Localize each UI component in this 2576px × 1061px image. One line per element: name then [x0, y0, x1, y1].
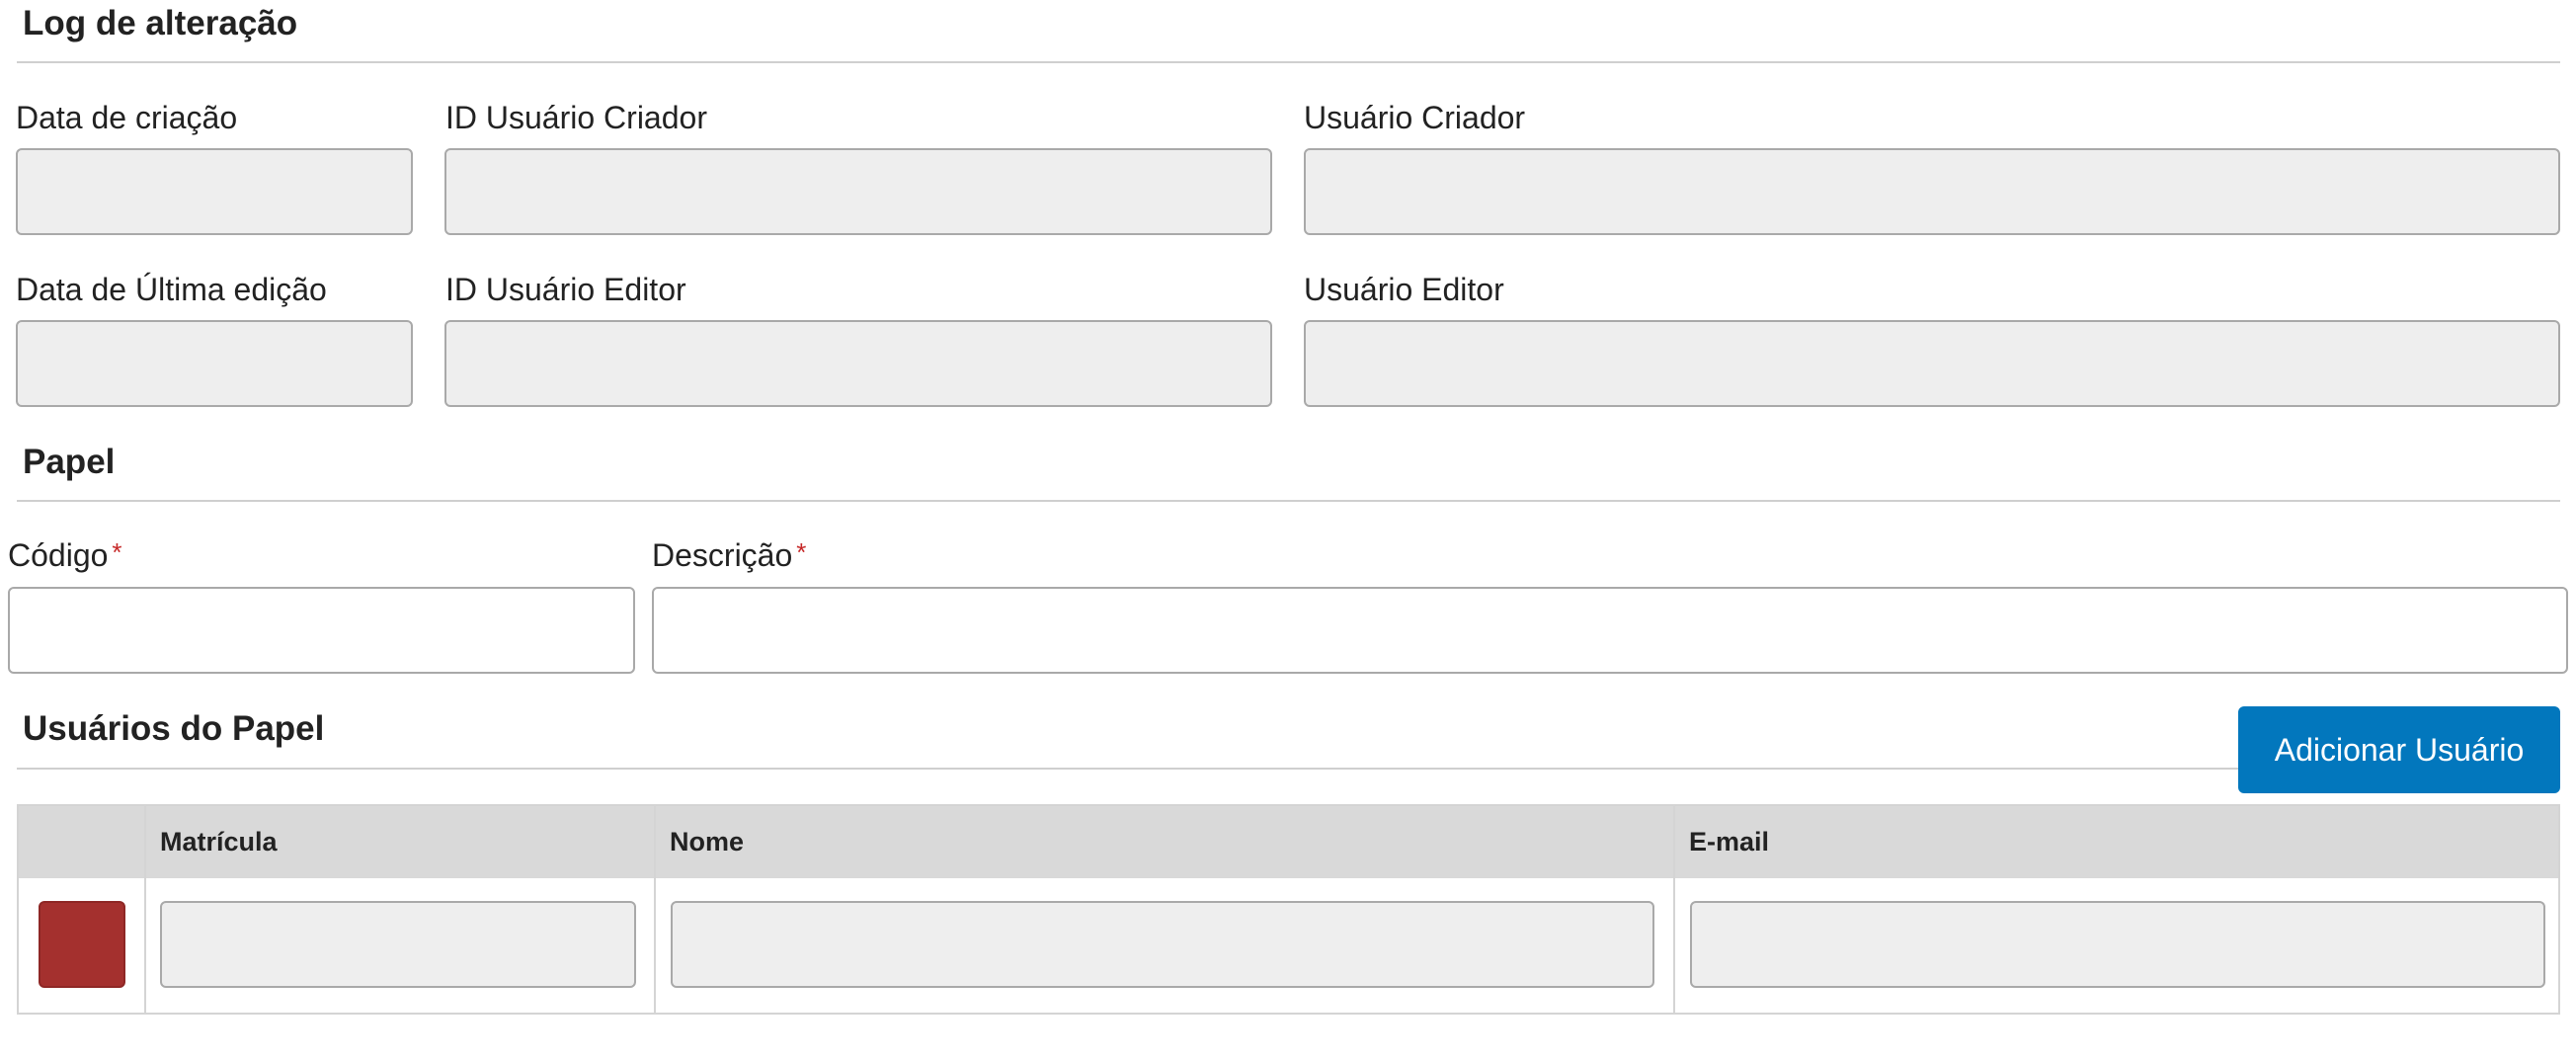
- usuario-criador-label: Usuário Criador: [1304, 100, 1526, 135]
- id-usuario-editor-field[interactable]: [444, 320, 1272, 407]
- add-user-button[interactable]: Adicionar Usuário: [2238, 706, 2560, 793]
- data-ultima-edicao-field[interactable]: [16, 320, 413, 407]
- data-criacao-field[interactable]: [16, 148, 413, 235]
- papel-section-title: Papel: [23, 443, 116, 481]
- users-table: Matrícula Nome E-mail: [17, 804, 2560, 1015]
- id-usuario-criador-field[interactable]: [444, 148, 1272, 235]
- codigo-label-text: Código: [8, 537, 109, 573]
- id-usuario-criador-label: ID Usuário Criador: [445, 100, 707, 135]
- usuario-editor-label: Usuário Editor: [1304, 272, 1504, 307]
- column-divider: [144, 806, 146, 1013]
- data-ultima-edicao-label: Data de Última edição: [16, 272, 327, 307]
- id-usuario-editor-label: ID Usuário Editor: [445, 272, 686, 307]
- log-section-title: Log de alteração: [23, 4, 298, 42]
- nome-cell-input[interactable]: [671, 901, 1654, 988]
- log-section-divider: [17, 61, 2560, 63]
- usuarios-section-divider: [17, 768, 2238, 770]
- codigo-label: Código *: [8, 539, 122, 571]
- column-header-email: E-mail: [1689, 827, 1770, 857]
- column-divider: [654, 806, 656, 1013]
- column-header-actions: [19, 806, 144, 878]
- delete-row-button[interactable]: [39, 901, 125, 988]
- data-criacao-label: Data de criação: [16, 100, 238, 135]
- matricula-cell-input[interactable]: [160, 901, 636, 988]
- codigo-input[interactable]: [8, 587, 635, 674]
- descricao-input[interactable]: [652, 587, 2568, 674]
- email-cell-input[interactable]: [1690, 901, 2545, 988]
- usuarios-section-title: Usuários do Papel: [23, 709, 325, 748]
- descricao-label: Descrição *: [652, 539, 806, 571]
- column-header-matricula: Matrícula: [160, 827, 278, 857]
- usuario-editor-field[interactable]: [1304, 320, 2560, 407]
- table-header: Matrícula Nome E-mail: [19, 806, 2558, 878]
- column-header-nome: Nome: [670, 827, 745, 857]
- papel-section-divider: [17, 500, 2560, 502]
- required-marker: *: [112, 537, 122, 567]
- descricao-label-text: Descrição: [652, 537, 793, 573]
- usuario-criador-field[interactable]: [1304, 148, 2560, 235]
- required-marker: *: [796, 537, 807, 567]
- column-divider: [1673, 806, 1675, 1013]
